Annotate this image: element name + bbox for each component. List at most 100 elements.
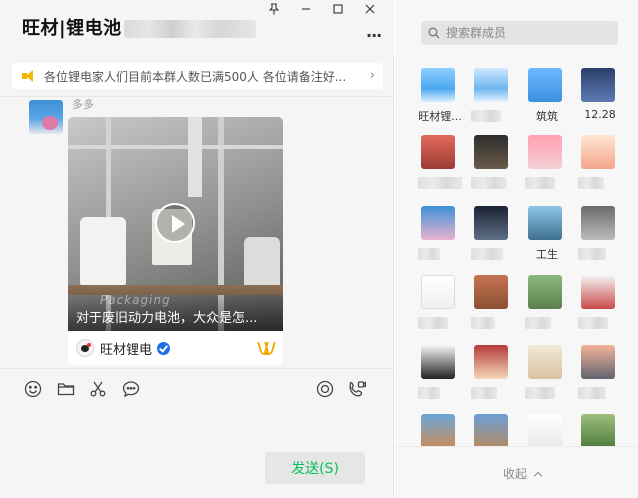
window-controls bbox=[258, 0, 386, 18]
member-avatar bbox=[581, 206, 615, 240]
scissors-icon[interactable] bbox=[87, 378, 109, 400]
channel-logo-icon bbox=[76, 339, 94, 357]
member-avatar bbox=[528, 275, 562, 309]
member-item[interactable]: 筑筑 bbox=[521, 68, 573, 134]
member-search[interactable] bbox=[421, 21, 618, 45]
collapse-button[interactable]: 收起 bbox=[503, 465, 543, 482]
announcement-text: 各位锂电家人们目前本群人数已满500人 各位请备注好... bbox=[44, 69, 347, 84]
member-avatar bbox=[474, 414, 508, 448]
member-avatar bbox=[474, 68, 508, 102]
folder-icon[interactable] bbox=[55, 378, 77, 400]
member-item[interactable] bbox=[414, 135, 466, 201]
member-avatar bbox=[421, 414, 455, 448]
member-avatar bbox=[421, 345, 455, 379]
collapse-bar: 收起 bbox=[395, 446, 638, 498]
redacted-member-name bbox=[578, 177, 604, 189]
verified-badge-icon bbox=[157, 341, 171, 355]
emoji-icon[interactable] bbox=[22, 378, 44, 400]
redacted-member-name bbox=[418, 317, 448, 329]
member-item[interactable] bbox=[467, 135, 519, 201]
close-icon[interactable] bbox=[354, 0, 386, 18]
search-icon bbox=[428, 27, 440, 39]
scene-beam bbox=[68, 145, 283, 149]
member-item[interactable]: 旺材锂... bbox=[414, 68, 466, 134]
redacted-title-suffix bbox=[123, 20, 256, 38]
live-icon[interactable] bbox=[314, 378, 336, 400]
member-item[interactable]: 工生 bbox=[521, 206, 573, 272]
channel-name: 旺材锂电 bbox=[100, 342, 153, 358]
member-item[interactable] bbox=[414, 275, 466, 341]
redacted-member-name bbox=[418, 177, 462, 189]
member-avatar bbox=[581, 68, 615, 102]
chevron-right-icon[interactable]: › bbox=[370, 68, 375, 83]
redacted-member-name bbox=[418, 248, 440, 260]
pin-icon[interactable] bbox=[258, 0, 290, 18]
redacted-member-name bbox=[578, 248, 606, 260]
member-item[interactable] bbox=[574, 275, 626, 341]
member-item[interactable] bbox=[521, 135, 573, 201]
member-name: 12.28 bbox=[584, 108, 616, 121]
redacted-member-name bbox=[525, 177, 555, 189]
member-name: 筑筑 bbox=[536, 110, 558, 123]
member-item[interactable] bbox=[414, 206, 466, 272]
message-input[interactable] bbox=[14, 408, 380, 448]
member-item[interactable] bbox=[467, 206, 519, 272]
channels-logo-icon bbox=[259, 341, 273, 355]
member-avatar bbox=[421, 206, 455, 240]
redacted-member-name bbox=[471, 177, 507, 189]
member-item[interactable] bbox=[574, 135, 626, 201]
member-avatar bbox=[421, 135, 455, 169]
divider bbox=[0, 96, 394, 97]
redacted-member-name bbox=[471, 248, 503, 260]
redacted-member-name bbox=[471, 110, 501, 122]
redacted-member-name bbox=[471, 387, 497, 399]
member-avatar bbox=[581, 275, 615, 309]
group-announcement[interactable]: 各位锂电家人们目前本群人数已满500人 各位请备注好... › bbox=[12, 63, 383, 89]
member-avatar bbox=[581, 345, 615, 379]
input-toolbar bbox=[0, 376, 394, 402]
member-avatar bbox=[421, 68, 455, 102]
play-icon[interactable] bbox=[155, 203, 195, 243]
member-item[interactable] bbox=[574, 345, 626, 411]
member-item[interactable] bbox=[574, 206, 626, 272]
member-avatar bbox=[528, 135, 562, 169]
chat-bubble-icon[interactable] bbox=[120, 378, 142, 400]
scene-bag bbox=[80, 217, 126, 285]
member-item[interactable] bbox=[467, 345, 519, 411]
member-avatar bbox=[528, 206, 562, 240]
member-search-input[interactable] bbox=[446, 26, 606, 40]
card-footer[interactable]: 旺材锂电 bbox=[68, 331, 283, 365]
more-options-button[interactable]: ··· bbox=[366, 26, 382, 45]
member-avatar bbox=[474, 275, 508, 309]
video-caption: 对于废旧动力电池，大众是怎... bbox=[76, 311, 258, 326]
redacted-member-name bbox=[418, 387, 440, 399]
chat-title-text: 旺材|锂电池 bbox=[22, 18, 122, 39]
chat-pane: 旺材|锂电池 ··· 各位锂电家人们目前本群人数已满500人 各位请备注好...… bbox=[0, 0, 394, 498]
member-item[interactable] bbox=[521, 275, 573, 341]
video-channel-card[interactable]: Packaging 对于废旧动力电池，大众是怎... 旺材锂电 bbox=[68, 117, 283, 365]
member-item[interactable] bbox=[467, 275, 519, 341]
video-watermark: Packaging bbox=[100, 293, 171, 307]
member-avatar bbox=[474, 206, 508, 240]
chevron-up-icon bbox=[533, 471, 543, 480]
scene-hopper bbox=[188, 117, 202, 197]
member-item[interactable] bbox=[521, 345, 573, 411]
member-item[interactable] bbox=[467, 68, 519, 134]
member-name: 工生 bbox=[536, 248, 558, 261]
video-thumbnail[interactable]: Packaging 对于废旧动力电池，大众是怎... bbox=[68, 117, 283, 331]
video-call-icon[interactable] bbox=[346, 378, 368, 400]
sender-name: 多多 bbox=[72, 98, 94, 111]
divider bbox=[0, 368, 394, 369]
maximize-icon[interactable] bbox=[322, 0, 354, 18]
redacted-member-name bbox=[578, 387, 606, 399]
send-button[interactable]: 发送(S) bbox=[265, 452, 365, 484]
redacted-member-name bbox=[525, 387, 555, 399]
sender-avatar[interactable] bbox=[29, 100, 63, 134]
member-avatar bbox=[581, 135, 615, 169]
minimize-icon[interactable] bbox=[290, 0, 322, 18]
chat-title: 旺材|锂电池 bbox=[22, 14, 256, 40]
member-item[interactable]: 12.28 bbox=[574, 68, 626, 134]
member-avatar bbox=[528, 68, 562, 102]
member-avatar bbox=[474, 345, 508, 379]
member-item[interactable] bbox=[414, 345, 466, 411]
